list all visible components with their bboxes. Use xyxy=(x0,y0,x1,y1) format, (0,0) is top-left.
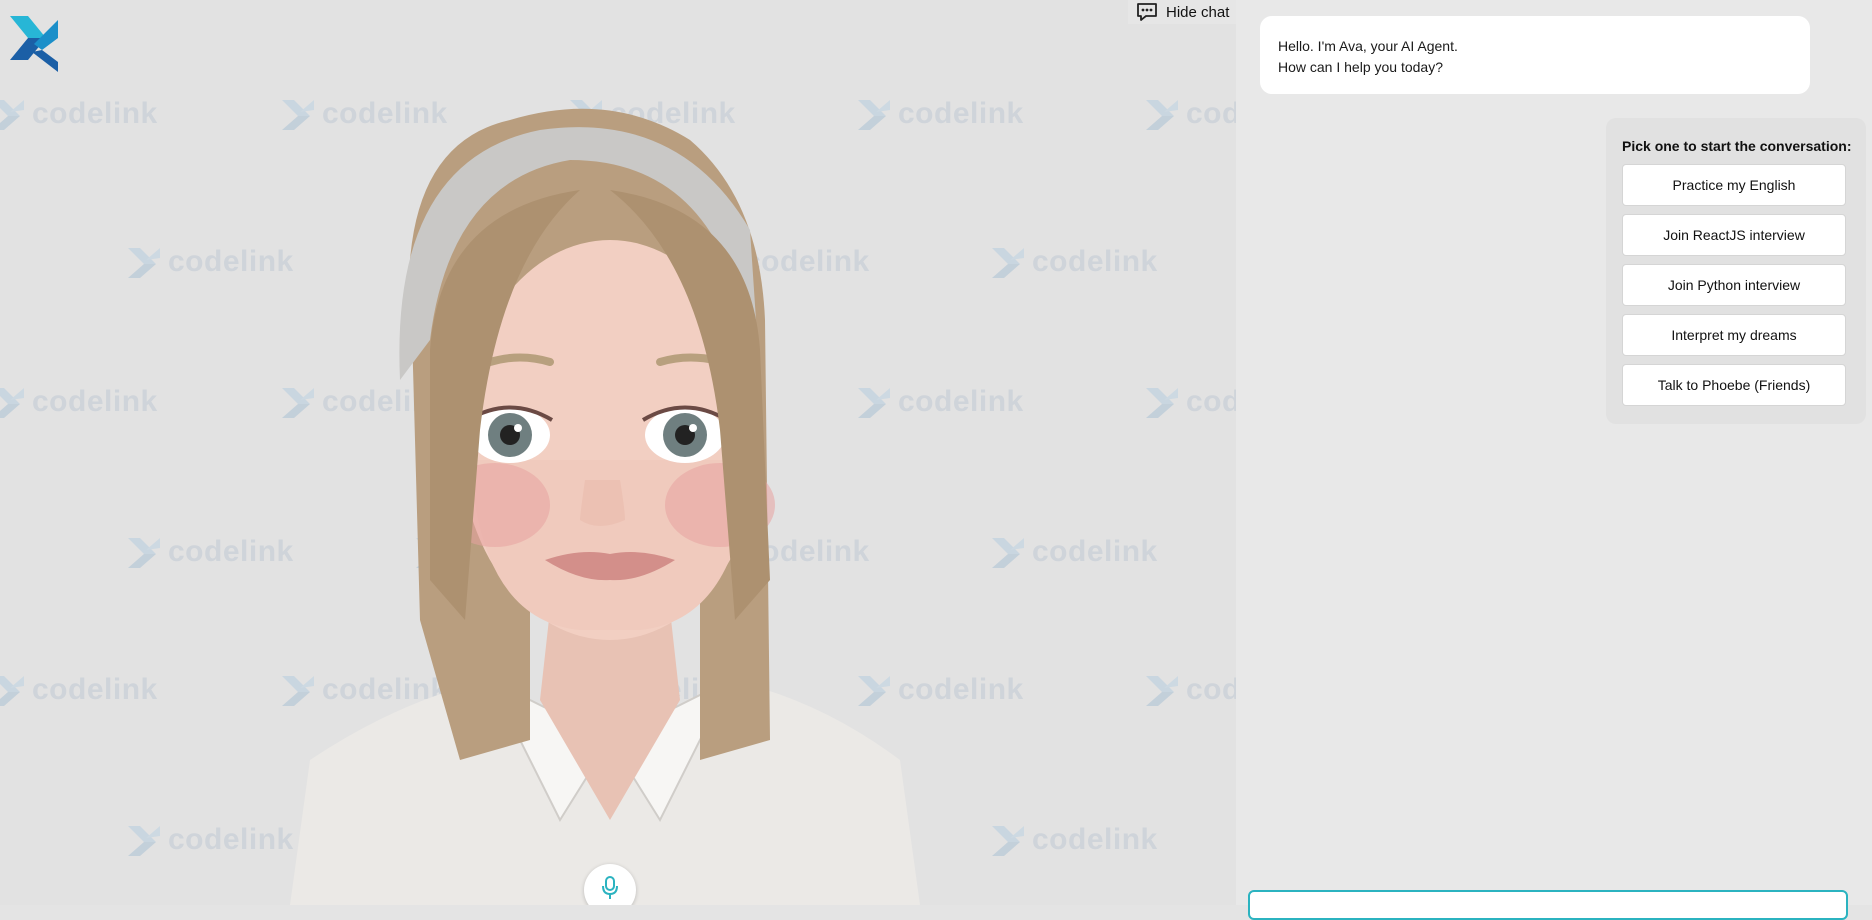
watermark-logo: codelink xyxy=(990,244,1158,280)
chat-panel: Hello. I'm Ava, your AI Agent. How can I… xyxy=(1236,0,1872,920)
avatar-illustration xyxy=(290,108,920,905)
microphone-icon xyxy=(602,876,618,899)
option-interpret-dreams[interactable]: Interpret my dreams xyxy=(1622,314,1846,356)
codelink-logo xyxy=(10,16,58,72)
watermark-logo: codelink xyxy=(126,822,294,858)
starter-title: Pick one to start the conversation: xyxy=(1622,138,1852,154)
watermark-logo: codelink xyxy=(126,244,294,280)
watermark-logo: codelink xyxy=(0,672,158,708)
hide-chat-button[interactable]: Hide chat xyxy=(1128,0,1236,24)
watermark-logo: codelink xyxy=(126,534,294,570)
chat-bubble-dots-icon xyxy=(1137,3,1157,21)
greeting-line-2: How can I help you today? xyxy=(1278,59,1443,75)
conversation-starters: Pick one to start the conversation: Prac… xyxy=(1606,118,1866,424)
hide-chat-label: Hide chat xyxy=(1166,3,1230,21)
watermark-logo: codelink xyxy=(1144,384,1236,420)
watermark-logo: codelink xyxy=(1144,672,1236,708)
watermark-logo: codelink xyxy=(0,96,158,132)
avatar-stage: codelink codelink codelink codelink codelink… xyxy=(0,0,1236,905)
option-talk-to-phoebe[interactable]: Talk to Phoebe (Friends) xyxy=(1622,364,1846,406)
option-python-interview[interactable]: Join Python interview xyxy=(1622,264,1846,306)
watermark-logo: codelink xyxy=(990,534,1158,570)
greeting-line-1: Hello. I'm Ava, your AI Agent. xyxy=(1278,38,1458,54)
option-practice-english[interactable]: Practice my English xyxy=(1622,164,1846,206)
chat-message-input[interactable] xyxy=(1248,890,1848,920)
watermark-logo: codelink xyxy=(1144,96,1236,132)
option-reactjs-interview[interactable]: Join ReactJS interview xyxy=(1622,214,1846,256)
assistant-greeting-bubble: Hello. I'm Ava, your AI Agent. How can I… xyxy=(1260,16,1810,94)
watermark-logo: codelink xyxy=(0,384,158,420)
watermark-logo: codelink xyxy=(990,822,1158,858)
